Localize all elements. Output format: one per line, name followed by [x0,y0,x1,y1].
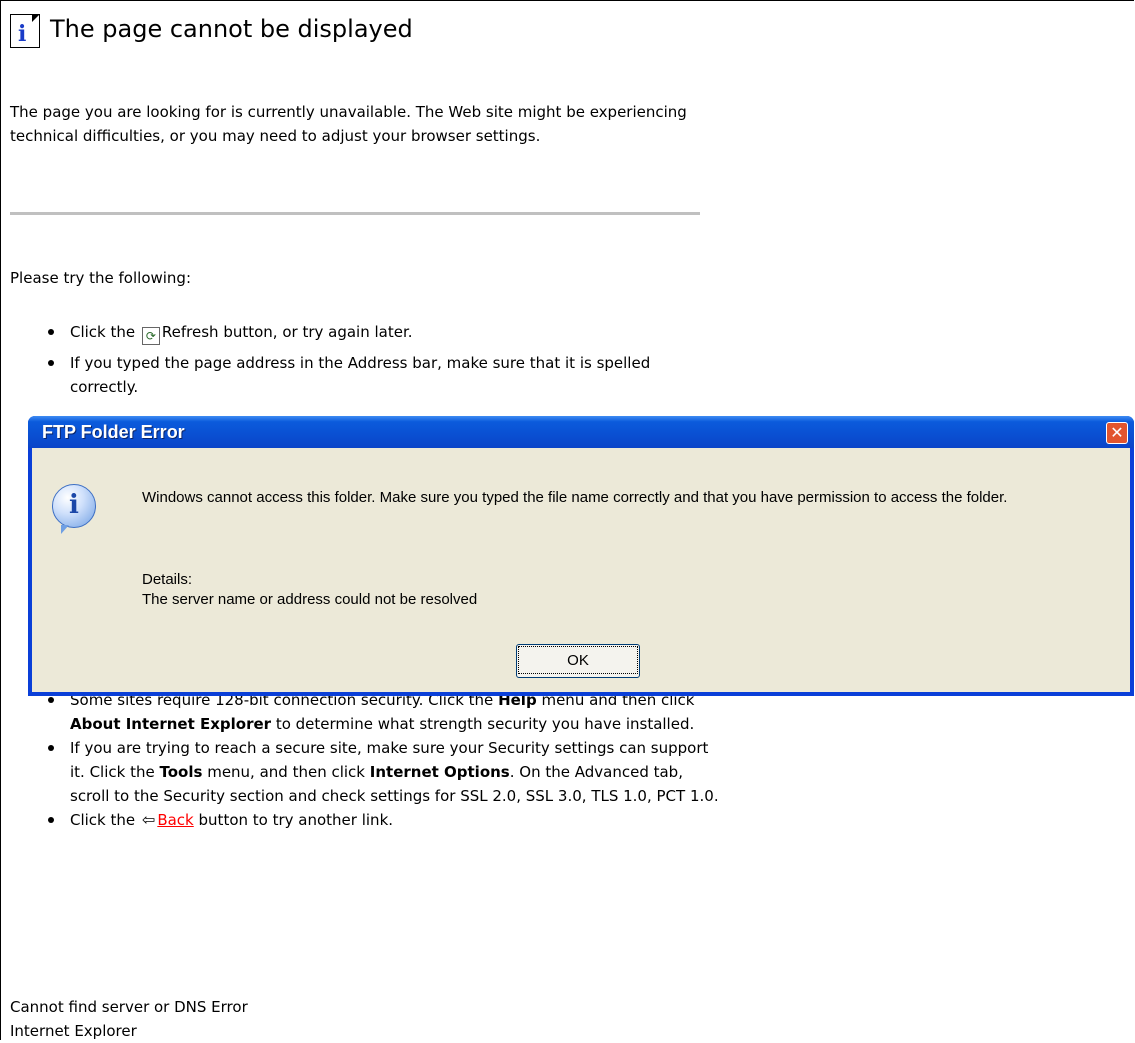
details-label: Details: [142,571,193,588]
info-icon: i [10,14,40,48]
error-type-text: Cannot find server or DNS Error [10,998,248,1016]
ok-button[interactable]: OK [516,644,640,678]
back-link[interactable]: Back [157,811,193,829]
internet-options-text: Internet Options [369,763,510,781]
info-icon: i [52,484,96,534]
details-text: The server name or address could not be … [142,591,478,608]
dialog-body: i Windows cannot access this folder. Mak… [32,448,1130,692]
bullet-text: button to try another link. [198,811,394,829]
ok-button-label: OK [518,646,638,674]
bullet-text: to determine what strength security you … [275,715,695,733]
ftp-error-dialog: FTP Folder Error ✕ i Windows cannot acce… [28,416,1134,696]
suggestion-list-lower: Some sites require 128-bit connection se… [40,688,720,832]
divider [10,212,700,215]
dialog-message: Windows cannot access this folder. Make … [142,489,1008,506]
browser-name-text: Internet Explorer [10,1022,137,1040]
list-item: If you typed the page address in the Add… [40,351,720,399]
about-ie-text: About Internet Explorer [70,715,272,733]
list-item: If you are trying to reach a secure site… [40,736,720,808]
bullet-text: If you typed the page address in the Add… [70,354,651,396]
dialog-title: FTP Folder Error [42,422,185,442]
dialog-titlebar[interactable]: FTP Folder Error ✕ [28,416,1134,448]
bullet-text: Click the [70,811,136,829]
bullet-text: menu, and then click [207,763,365,781]
close-button[interactable]: ✕ [1106,422,1128,444]
intro-text: The page you are looking for is currentl… [10,103,687,145]
list-item: Click the ⟳ Refresh button, or try again … [40,320,720,345]
page-title: The page cannot be displayed [50,15,413,43]
refresh-icon: ⟳ [141,327,160,345]
bullet-text: Refresh button, or try again later. [161,323,413,341]
back-arrow-icon: ⇦ [141,810,156,829]
dialog-details: Details: The server name or address coul… [142,570,477,610]
bullet-text: Click the [70,323,136,341]
try-label: Please try the following: [10,269,192,287]
suggestion-list: Click the ⟳ Refresh button, or try again … [40,320,720,405]
tools-menu-text: Tools [159,763,203,781]
list-item: Click the ⇦ Back button to try another li… [40,808,720,832]
